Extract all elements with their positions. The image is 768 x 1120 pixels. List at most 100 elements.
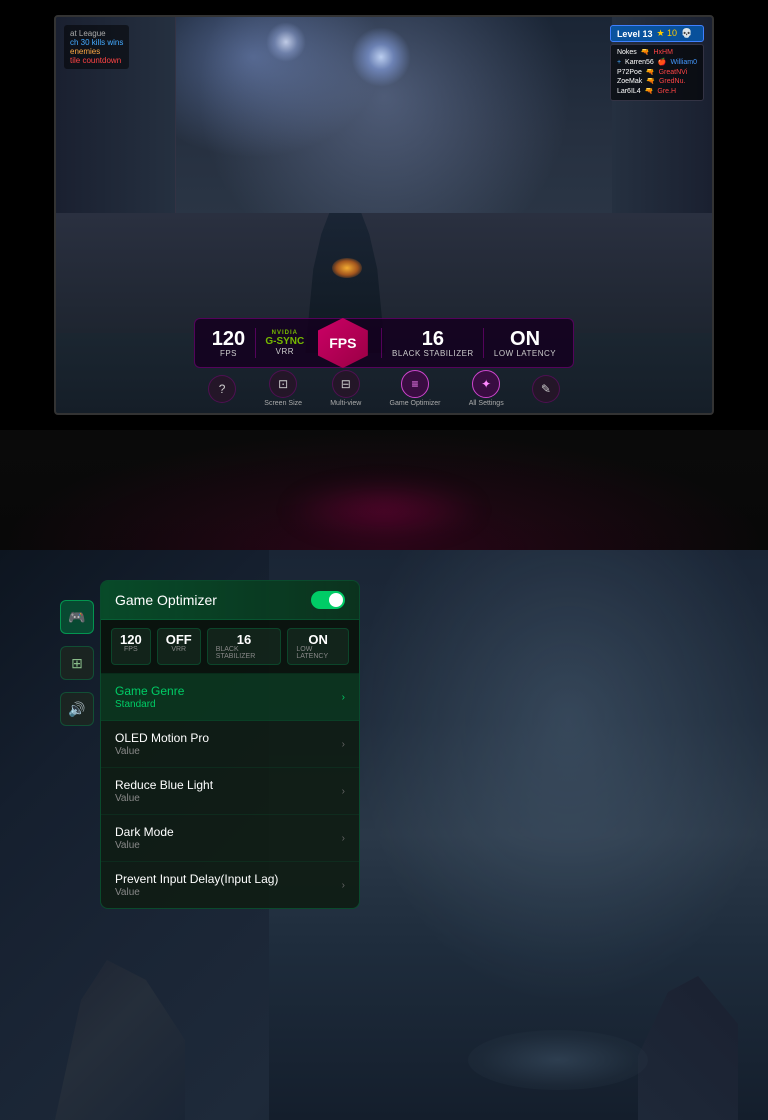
pill-bs-val: 16	[237, 633, 251, 646]
divider-3	[483, 328, 484, 358]
toolbar-screen-size[interactable]: ⊡ Screen Size	[264, 370, 302, 407]
stat-fps: 120 FPS	[111, 628, 151, 665]
spotlight2	[266, 22, 306, 62]
player-row-4: ZoeMak 🔫 GredNu.	[617, 77, 697, 87]
hud-score: ch 30 kills wins	[70, 38, 123, 47]
hud-players: Nokes 🔫 HxHM + Karren56 🍎 William0 P72Po…	[610, 44, 704, 101]
menu-item-oled-motion-left: OLED Motion Pro Value	[115, 731, 209, 757]
hud-top-right: Level 13 ★ 10 💀 Nokes 🔫 HxHM + Karren56 …	[610, 25, 704, 101]
sidebar-grid-icon[interactable]: ⊞	[60, 646, 94, 680]
glow-orb	[284, 480, 484, 540]
menu-item-input-delay[interactable]: Prevent Input Delay(Input Lag) Value ›	[101, 862, 359, 908]
pill-lat-lbl: Low Latency	[296, 646, 340, 660]
score-strip: 120 FPS NVIDIA G-SYNC VRR FPS 16 Black S…	[194, 318, 574, 368]
pill-vrr-val: OFF	[166, 633, 192, 646]
vrr-label: VRR	[276, 347, 294, 356]
stats-row: 120 FPS OFF VRR 16 Black Stabilizer ON L…	[101, 620, 359, 674]
fps-badge: FPS	[318, 318, 368, 368]
low-latency-label: Low Latency	[494, 349, 556, 358]
input-delay-name: Prevent Input Delay(Input Lag)	[115, 872, 278, 886]
screen-size-icon[interactable]: ⊡	[269, 370, 297, 398]
bottom-section: 🎮 ⊞ 🔊 Game Optimizer 120 FPS OFF VRR 16 …	[0, 550, 768, 1120]
dark-mode-value: Value	[115, 840, 174, 851]
hud-enemies: enemies	[70, 47, 123, 56]
game-genre-name: Game Genre	[115, 684, 184, 698]
toggle-knob	[329, 593, 343, 607]
multi-view-label: Multi-view	[330, 400, 361, 407]
sidebar-icons: 🎮 ⊞ 🔊	[60, 600, 94, 726]
dark-mode-chevron: ›	[342, 833, 345, 844]
fps-label: FPS	[220, 349, 237, 358]
stat-black-stab: 16 Black Stabilizer	[207, 628, 282, 665]
multi-view-icon[interactable]: ⊟	[332, 370, 360, 398]
hud-countdown: tile countdown	[70, 56, 123, 65]
sidebar-gamepad-icon[interactable]: 🎮	[60, 600, 94, 634]
oled-motion-chevron: ›	[342, 739, 345, 750]
pill-bs-lbl: Black Stabilizer	[216, 646, 273, 660]
menu-item-input-delay-left: Prevent Input Delay(Input Lag) Value	[115, 872, 278, 898]
reduce-blue-light-name: Reduce Blue Light	[115, 778, 213, 792]
pill-lat-val: ON	[308, 633, 328, 646]
menu-item-dark-mode[interactable]: Dark Mode Value ›	[101, 815, 359, 862]
fps-stat: 120 FPS	[212, 329, 245, 358]
screen-size-label: Screen Size	[264, 400, 302, 407]
divider-2	[381, 328, 382, 358]
toolbar-help[interactable]: ?	[208, 375, 236, 403]
input-delay-value: Value	[115, 887, 278, 898]
game-genre-chevron: ›	[342, 692, 345, 703]
spotlight1	[351, 27, 411, 87]
toolbar-game-optimizer[interactable]: ≡ Game Optimizer	[390, 370, 441, 407]
ground	[56, 213, 712, 333]
divider-1	[255, 328, 256, 358]
game-screen: at League ch 30 kills wins enemies tile …	[54, 15, 714, 415]
panel-title: Game Optimizer	[115, 592, 217, 608]
sidebar-volume-icon[interactable]: 🔊	[60, 692, 94, 726]
stat-vrr: OFF VRR	[157, 628, 201, 665]
game-optimizer-icon[interactable]: ≡	[401, 370, 429, 398]
menu-item-dark-mode-left: Dark Mode Value	[115, 825, 174, 851]
menu-item-oled-motion[interactable]: OLED Motion Pro Value ›	[101, 721, 359, 768]
toolbar-edit[interactable]: ✎	[532, 375, 560, 403]
pill-vrr-lbl: VRR	[171, 646, 186, 653]
dark-mode-name: Dark Mode	[115, 825, 174, 839]
oled-motion-value: Value	[115, 746, 209, 757]
reduce-blue-light-chevron: ›	[342, 786, 345, 797]
input-delay-chevron: ›	[342, 880, 345, 891]
edit-icon[interactable]: ✎	[532, 375, 560, 403]
player-row-3: P72Poe 🔫 GreatNVi	[617, 68, 697, 78]
hud-top-left: at League ch 30 kills wins enemies tile …	[64, 25, 129, 69]
pill-fps-val: 120	[120, 633, 142, 646]
stat-latency: ON Low Latency	[287, 628, 349, 665]
player-row-5: Lar6IL4 🔫 Gre.H	[617, 87, 697, 97]
gsync-label: G-SYNC	[265, 336, 304, 347]
fps-value: 120	[212, 329, 245, 349]
optimizer-panel: Game Optimizer 120 FPS OFF VRR 16 Black …	[100, 580, 360, 909]
menu-item-game-genre[interactable]: Game Genre Standard ›	[101, 674, 359, 721]
hud-stars: ★ 10	[656, 28, 677, 39]
reduce-blue-light-value: Value	[115, 793, 213, 804]
game-toolbar: ? ⊡ Screen Size ⊟ Multi-view ≡ Game Opti…	[194, 370, 574, 407]
top-section: at League ch 30 kills wins enemies tile …	[0, 0, 768, 430]
menu-item-reduce-blue-light[interactable]: Reduce Blue Light Value ›	[101, 768, 359, 815]
ground-circle	[468, 1030, 648, 1090]
all-settings-icon[interactable]: ✦	[472, 370, 500, 398]
all-settings-label: All Settings	[469, 400, 504, 407]
black-stabilizer-stat: 16 Black Stabilizer	[392, 329, 474, 358]
toolbar-all-settings[interactable]: ✦ All Settings	[469, 370, 504, 407]
hud-match-title: at League	[70, 29, 123, 38]
help-icon[interactable]: ?	[208, 375, 236, 403]
oled-motion-name: OLED Motion Pro	[115, 731, 209, 745]
menu-item-reduce-blue-left: Reduce Blue Light Value	[115, 778, 213, 804]
middle-section	[0, 430, 768, 550]
hud-skull: 💀	[681, 28, 692, 39]
pill-fps-lbl: FPS	[124, 646, 138, 653]
player-row-2: + Karren56 🍎 William0	[617, 58, 697, 68]
gsync-stat: NVIDIA G-SYNC VRR	[265, 330, 304, 356]
toolbar-multi-view[interactable]: ⊟ Multi-view	[330, 370, 361, 407]
muzzle-flash	[332, 258, 362, 278]
panel-toggle[interactable]	[311, 591, 345, 609]
black-stabilizer-label: Black Stabilizer	[392, 349, 474, 358]
hud-level: Level 13	[617, 29, 653, 39]
fps-badge-text: FPS	[329, 336, 356, 350]
low-latency-value: ON	[510, 329, 540, 349]
